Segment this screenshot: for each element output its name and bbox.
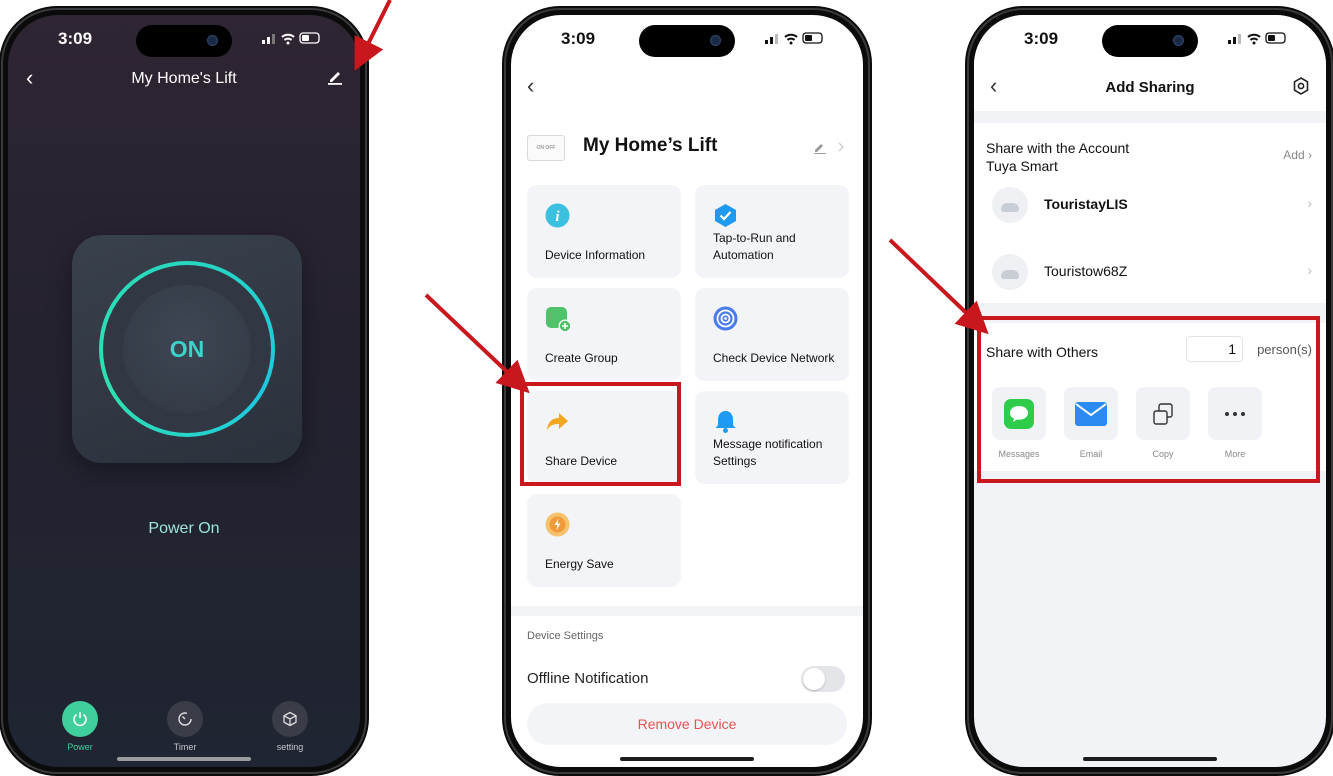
highlight-share-with-others [977, 316, 1320, 483]
tile-tap-to-run[interactable]: Tap-to-Run and Automation [695, 185, 849, 278]
signal-wifi-battery-icon [262, 32, 320, 45]
offline-notification-toggle[interactable] [801, 666, 845, 692]
avatar [992, 187, 1028, 223]
signal-wifi-battery-icon [1228, 32, 1286, 45]
tab-power-label: Power [67, 742, 93, 752]
device-thumbnail: ON OFF [527, 135, 565, 161]
device-name: My Home’s Lift [583, 135, 718, 156]
chevron-right-icon: › [1307, 262, 1312, 278]
tile-energy-save[interactable]: Energy Save [527, 494, 681, 587]
network-icon [713, 306, 738, 331]
timer-icon [167, 701, 203, 737]
tab-power[interactable]: Power [40, 701, 120, 752]
tile-label: Create Group [545, 351, 618, 366]
share-account-title: Share with the Account Tuya Smart [986, 140, 1129, 175]
user-name: Touristow68Z [1044, 263, 1128, 279]
power-ring: ON [99, 261, 275, 437]
power-card: ON [72, 235, 302, 463]
add-account-button[interactable]: Add › [1283, 148, 1312, 162]
share-account-section: Share with the Account Tuya Smart Add › … [974, 123, 1326, 303]
page-title: Add Sharing [1105, 79, 1195, 96]
status-time: 3:09 [58, 29, 93, 48]
bell-icon [713, 409, 738, 434]
tile-label: Energy Save [545, 557, 614, 572]
power-icon [62, 701, 98, 737]
dynamic-island [136, 25, 232, 57]
status-icons [763, 31, 827, 50]
status-time: 3:09 [1024, 29, 1059, 48]
offline-notification-label: Offline Notification [527, 670, 649, 687]
tab-setting[interactable]: setting [250, 701, 330, 752]
chevron-right-icon: › [1307, 195, 1312, 211]
signal-wifi-battery-icon [765, 32, 823, 45]
tile-label: Message notification Settings [713, 437, 823, 469]
status-icons [1226, 31, 1290, 50]
tile-label: Device Information [545, 248, 646, 263]
tab-timer-label: Timer [173, 742, 197, 752]
shared-user-row[interactable]: TouristayLIS › [986, 185, 1312, 225]
status-icons [260, 31, 324, 50]
back-button[interactable]: ‹ [527, 73, 534, 99]
phone-device-control: 3:09 ‹ My Home's Lift ON Power On Power … [0, 6, 369, 776]
section-divider [511, 606, 863, 616]
tile-check-network[interactable]: Check Device Network [695, 288, 849, 381]
device-header[interactable]: ON OFF My Home’s Lift [527, 130, 847, 166]
highlight-share-device [520, 382, 681, 486]
tile-label: Check Device Network [713, 351, 835, 366]
shared-user-row[interactable]: Touristow68Z › [986, 252, 1312, 292]
info-icon: i [545, 203, 570, 228]
tile-message-notification[interactable]: Message notification Settings [695, 391, 849, 484]
remove-device-button[interactable]: Remove Device [527, 703, 847, 745]
energy-icon [545, 512, 570, 537]
section-header: Device Settings [527, 630, 604, 642]
device-control-screen: 3:09 ‹ My Home's Lift ON Power On Power … [8, 15, 360, 767]
device-title: My Home's Lift [131, 70, 237, 87]
edit-name-icon[interactable] [813, 140, 845, 157]
dynamic-island [639, 25, 735, 57]
user-name: TouristayLIS [1044, 196, 1128, 212]
home-indicator [117, 757, 251, 761]
add-label: Add [1283, 148, 1305, 162]
tile-create-group[interactable]: Create Group [527, 288, 681, 381]
home-indicator [1083, 757, 1217, 761]
home-indicator [620, 757, 754, 761]
status-time: 3:09 [561, 29, 596, 48]
share-account-app-name: Tuya Smart [986, 157, 1058, 174]
automation-check-icon [713, 203, 738, 228]
power-status: Power On [148, 520, 220, 537]
settings-cube-icon [272, 701, 308, 737]
create-group-icon [545, 306, 572, 333]
edit-icon[interactable] [326, 67, 344, 90]
power-toggle-button[interactable]: ON [123, 285, 251, 413]
tab-timer[interactable]: Timer [145, 701, 225, 752]
tile-device-information[interactable]: i Device Information [527, 185, 681, 278]
dynamic-island [1102, 25, 1198, 57]
avatar [992, 254, 1028, 290]
gear-icon[interactable] [1292, 77, 1310, 100]
share-account-title-line: Share with the Account [986, 140, 1130, 156]
tab-setting-label: setting [276, 742, 304, 752]
tile-label: Tap-to-Run and Automation [713, 231, 796, 263]
